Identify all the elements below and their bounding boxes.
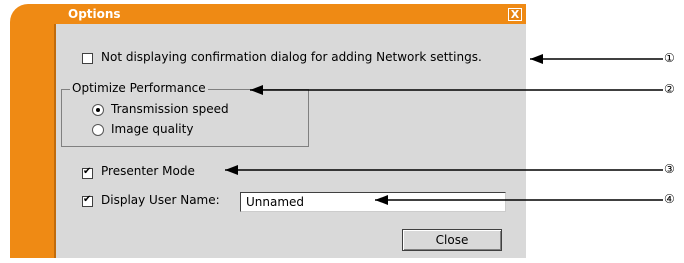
callout-2: ② bbox=[664, 82, 675, 96]
callout-4: ④ bbox=[664, 192, 675, 206]
callout-3: ③ bbox=[664, 162, 675, 176]
callout-1: ① bbox=[664, 51, 675, 65]
annotation-arrows bbox=[225, 54, 663, 205]
